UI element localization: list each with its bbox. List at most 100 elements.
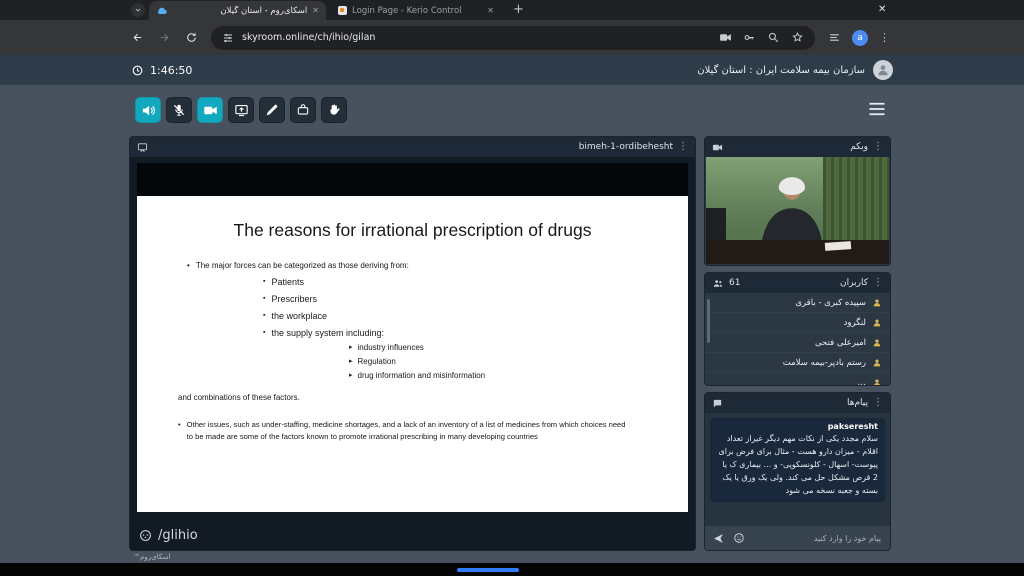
tab-title: Login Page - Kerio Control (352, 5, 462, 16)
tab-close-icon[interactable]: ✕ (312, 6, 319, 15)
whiteboard-panel: bimeh-1-ordibehesht ⋮ The reasons for ir… (130, 137, 695, 550)
back-button[interactable] (131, 31, 144, 44)
tab-skyroom[interactable]: اسکای‌روم - استان گیلان ✕ (149, 1, 326, 20)
draw-button[interactable] (259, 97, 285, 123)
user-name: … (857, 377, 867, 386)
tab-kerio[interactable]: Login Page - Kerio Control ✕ (331, 1, 501, 20)
send-icon[interactable] (712, 532, 725, 545)
site-settings-icon[interactable] (222, 32, 234, 44)
slide-text: Patients (271, 277, 305, 287)
reload-button[interactable] (185, 31, 198, 44)
new-tab-button[interactable]: + (513, 2, 524, 17)
browser-menu-icon[interactable]: ⋮ (879, 32, 890, 43)
user-avatar[interactable] (873, 60, 893, 80)
users-menu-icon[interactable]: ⋮ (873, 278, 883, 288)
user-row[interactable]: … (705, 373, 890, 385)
messages-menu-icon[interactable]: ⋮ (873, 398, 883, 408)
tab-title: اسکای‌روم - استان گیلان (220, 5, 308, 16)
tab-close-icon[interactable]: ✕ (487, 6, 494, 15)
webcam-video (706, 157, 889, 264)
session-timer: 1:46:50 (131, 64, 192, 77)
message-sender: pakseresht (827, 422, 878, 431)
microphone-muted-button[interactable] (166, 97, 192, 123)
bullet-icon: • (187, 261, 190, 270)
conference-toolbar (135, 97, 347, 123)
forward-button[interactable] (158, 31, 171, 44)
chat-message: pakseresht سلام مجدد یکی از نکات مهم دیگ… (710, 418, 885, 502)
user-row[interactable]: سپیده کبری - باقری (705, 293, 890, 313)
whiteboard-menu-icon[interactable]: ⋮ (678, 142, 688, 152)
slide-top-band (137, 163, 688, 196)
password-key-icon[interactable] (743, 31, 756, 44)
users-header: 61 کاربران ⋮ (705, 273, 890, 293)
watermark-text: /glihio (158, 528, 198, 543)
users-list: سپیده کبری - باقری لنگرود امیرعلی فتحی ر… (705, 293, 890, 385)
webcam-title: وبکم (850, 142, 868, 152)
messages-header: پیام‌ها ⋮ (705, 393, 890, 413)
arrow-bullet-icon: ▸ (349, 372, 353, 380)
zoom-icon[interactable] (767, 31, 780, 44)
person-icon (878, 65, 888, 76)
user-name: لنگرود (843, 317, 866, 328)
raise-hand-button[interactable] (321, 97, 347, 123)
tab-camera-icon[interactable] (719, 31, 732, 44)
bookmark-star-icon[interactable] (791, 31, 804, 44)
arrow-bullet-icon: ▸ (349, 358, 353, 366)
tab-search-button[interactable] (131, 3, 145, 17)
file-share-button[interactable] (290, 97, 316, 123)
video-monitor (706, 208, 727, 245)
screen-share-icon (234, 104, 248, 116)
bullet-icon: • (178, 420, 181, 430)
slide-text: Regulation (357, 357, 396, 367)
user-row[interactable]: لنگرود (705, 313, 890, 333)
message-input[interactable] (753, 532, 883, 544)
room-watermark: /glihio (139, 528, 198, 543)
window-close-button[interactable]: ✕ (872, 2, 892, 17)
profile-avatar[interactable]: a (852, 29, 868, 46)
message-text: سلام مجدد یکی از نکات مهم دیگر غیراز تعد… (718, 434, 878, 495)
webcam-button[interactable] (197, 97, 223, 123)
taskbar-accent (457, 568, 519, 572)
skyroom-favicon (156, 6, 168, 15)
whiteboard-canvas[interactable]: The reasons for irrational prescription … (130, 157, 695, 550)
kerio-favicon (338, 6, 347, 15)
hand-icon (330, 104, 340, 115)
arrow-bullet-icon: ▸ (349, 344, 353, 351)
taskbar (0, 563, 1024, 576)
user-row[interactable]: رستم بادپر-بیمه سلامت (705, 353, 890, 373)
camera-icon (712, 144, 723, 150)
users-panel: 61 کاربران ⋮ سپیده کبری - باقری لنگرود ا… (705, 273, 890, 385)
hamburger-icon (869, 102, 885, 116)
chevron-down-icon (135, 8, 141, 12)
profile-initial: a (857, 32, 863, 43)
slide-title: The reasons for irrational prescription … (233, 220, 592, 240)
user-icon (873, 358, 881, 366)
url-text: skyroom.online/ch/ihio/gilan (242, 32, 376, 43)
extensions-icon[interactable] (828, 31, 841, 44)
briefcase-icon (297, 104, 309, 115)
users-count: 61 (729, 278, 741, 288)
speaker-button[interactable] (135, 97, 161, 123)
slide-text: industry influences (357, 343, 424, 352)
timer-value: 1:46:50 (150, 63, 193, 77)
user-icon (873, 378, 881, 385)
webcam-menu-icon[interactable]: ⋮ (873, 142, 883, 152)
webcam-header: وبکم ⋮ (705, 137, 890, 157)
user-icon (873, 338, 881, 346)
address-bar[interactable]: skyroom.online/ch/ihio/gilan (211, 25, 815, 50)
bullet-icon: ▪ (263, 278, 266, 285)
room-icon (140, 530, 151, 541)
app-menu-button[interactable] (868, 102, 886, 116)
user-name: رستم بادپر-بیمه سلامت (782, 357, 866, 368)
screen-share-button[interactable] (228, 97, 254, 123)
chat-icon (713, 399, 722, 407)
emoji-icon[interactable] (733, 532, 745, 544)
slide-text: Other issues, such as under-staffing, me… (186, 420, 626, 441)
webcam-panel: وبکم ⋮ (705, 137, 890, 265)
user-row[interactable]: امیرعلی فتحی (705, 333, 890, 353)
user-icon (873, 318, 881, 326)
screen: اسکای‌روم - استان گیلان ✕ Login Page - K… (0, 0, 1024, 576)
users-scrollbar[interactable] (707, 299, 710, 343)
browser-tab-strip: اسکای‌روم - استان گیلان ✕ Login Page - K… (0, 0, 1024, 20)
bullet-icon: ▪ (263, 312, 266, 319)
